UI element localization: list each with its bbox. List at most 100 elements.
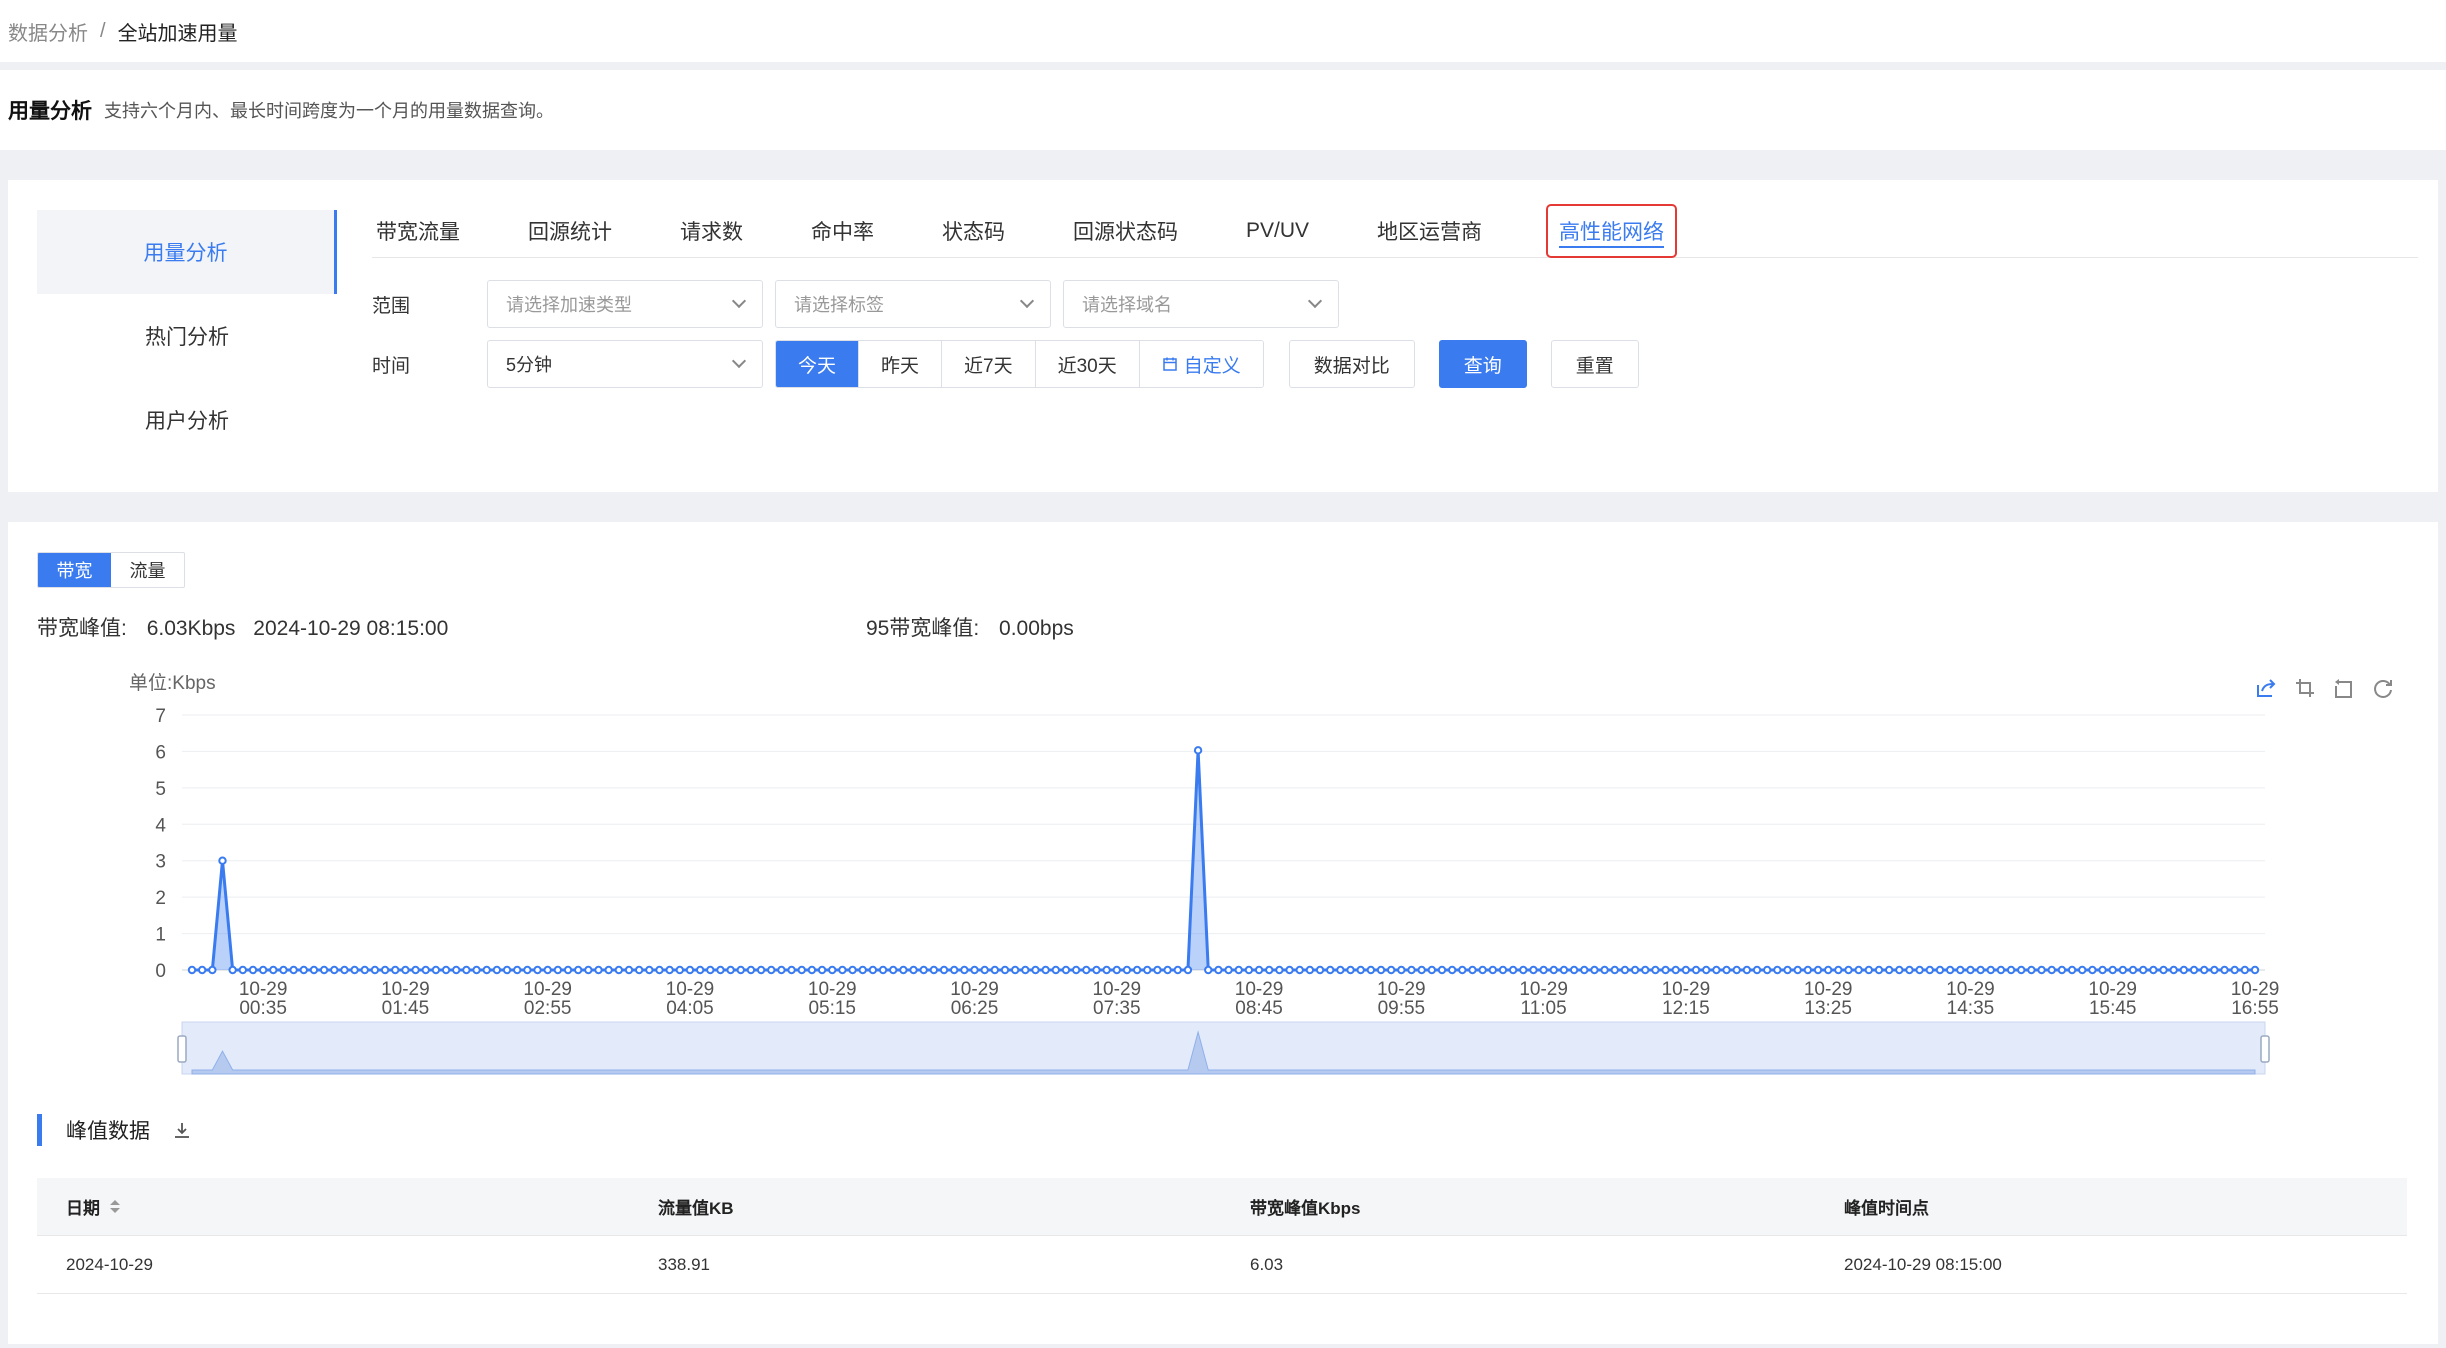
data-point xyxy=(269,965,278,975)
x-tick-label: 10-29 xyxy=(1804,979,1853,1000)
data-point xyxy=(2220,965,2229,975)
zoom-handle-right[interactable] xyxy=(2260,1035,2270,1063)
data-point xyxy=(1234,965,1243,975)
peak-data-table: 日期 流量值KB 带宽峰值Kbps 峰值时间点 2024-10-29 338.9… xyxy=(37,1178,2407,1294)
x-tick-label: 10-29 xyxy=(950,979,999,1000)
data-point xyxy=(228,965,237,975)
data-point xyxy=(1498,965,1508,975)
side-nav-item-hot[interactable]: 热门分析 xyxy=(37,294,337,378)
x-tick-label: 01:45 xyxy=(382,998,430,1019)
data-point xyxy=(1478,965,1487,975)
zoom-select-icon[interactable] xyxy=(2291,674,2319,702)
y-tick-label: 0 xyxy=(155,961,166,982)
data-point xyxy=(797,965,806,975)
query-button[interactable]: 查询 xyxy=(1438,340,1527,388)
side-nav-item-usage[interactable]: 用量分析 xyxy=(37,210,337,294)
data-point xyxy=(1580,965,1589,975)
data-point xyxy=(2017,965,2026,975)
download-icon[interactable] xyxy=(172,1120,192,1140)
compare-button[interactable]: 数据对比 xyxy=(1288,340,1415,388)
data-point xyxy=(1041,965,1050,975)
tab-pv-uv[interactable]: PV/UV xyxy=(1242,213,1313,249)
data-point xyxy=(1996,965,2006,975)
data-point xyxy=(949,965,959,975)
data-point xyxy=(1539,965,1548,975)
data-point xyxy=(1651,965,1660,975)
tab-region-isp[interactable]: 地区运营商 xyxy=(1373,210,1486,252)
data-point xyxy=(1935,965,1945,975)
tab-bandwidth-traffic[interactable]: 带宽流量 xyxy=(372,210,464,252)
data-point xyxy=(1854,965,1863,975)
data-point xyxy=(1315,965,1325,975)
granularity-select[interactable]: 5分钟 xyxy=(487,340,763,388)
zoom-slider-track xyxy=(181,1021,2266,1075)
data-point xyxy=(1031,965,1040,975)
data-point xyxy=(1295,965,1304,975)
data-point xyxy=(594,965,603,975)
data-point xyxy=(655,965,664,975)
reset-button[interactable]: 重置 xyxy=(1550,340,1639,388)
tab-hit-rate[interactable]: 命中率 xyxy=(807,210,878,252)
data-point xyxy=(1752,965,1762,975)
chevron-down-icon xyxy=(1307,293,1323,309)
data-point xyxy=(279,965,288,975)
breadcrumb-current: 全站加速用量 xyxy=(117,22,238,45)
data-point xyxy=(1895,965,1904,975)
range-row: 范围 请选择加速类型 请选择标签 请选择域名 xyxy=(372,280,1351,328)
data-point xyxy=(1712,965,1721,975)
data-point xyxy=(360,965,369,975)
data-point xyxy=(1508,965,1518,975)
range-yesterday-button[interactable]: 昨天 xyxy=(859,341,943,387)
data-point xyxy=(187,965,197,975)
data-point xyxy=(1112,965,1121,975)
zoom-reset-icon[interactable] xyxy=(2330,674,2358,702)
data-point xyxy=(675,965,685,975)
data-point xyxy=(1874,965,1884,975)
chart-toolbox xyxy=(2252,674,2408,702)
data-point xyxy=(2108,965,2117,975)
cell-bandwidth-peak: 6.03 xyxy=(1250,1254,1284,1274)
data-point xyxy=(1945,965,1955,975)
bandwidth-chart: 单位:Kbps0123456710-2900:3510-2901:4510-29… xyxy=(129,672,2279,1075)
data-point xyxy=(777,965,786,975)
data-point xyxy=(756,965,766,975)
data-point xyxy=(1722,965,1731,975)
data-point xyxy=(1143,965,1152,975)
domain-select[interactable]: 请选择域名 xyxy=(1063,280,1339,328)
data-point xyxy=(807,965,817,975)
refresh-icon[interactable] xyxy=(2369,674,2397,702)
share-icon[interactable] xyxy=(2252,674,2280,702)
data-point xyxy=(817,965,827,975)
breadcrumb: 数据分析 / 全站加速用量 xyxy=(0,0,2446,62)
filter-card: 用量分析 热门分析 用户分析 带宽流量 回源统计 请求数 命中率 状态码 回源状… xyxy=(8,180,2438,492)
tab-high-performance-network[interactable]: 高性能网络 xyxy=(1546,203,1678,258)
range-30days-button[interactable]: 近30天 xyxy=(1035,341,1140,387)
x-tick-label: 10-29 xyxy=(1092,979,1141,1000)
data-point xyxy=(1417,965,1426,975)
data-point xyxy=(2159,965,2168,975)
tag-select[interactable]: 请选择标签 xyxy=(775,280,1051,328)
range-custom-button[interactable]: 自定义 xyxy=(1139,341,1263,387)
range-today-button[interactable]: 今天 xyxy=(776,341,860,387)
accel-type-select[interactable]: 请选择加速类型 xyxy=(487,280,763,328)
range-7days-button[interactable]: 近7天 xyxy=(942,341,1036,387)
x-tick-label: 05:15 xyxy=(808,998,856,1019)
data-point xyxy=(848,965,857,975)
header-date[interactable]: 日期 xyxy=(37,1194,629,1219)
data-point xyxy=(1224,965,1233,975)
data-point xyxy=(502,965,512,975)
tab-requests[interactable]: 请求数 xyxy=(676,210,747,252)
tab-status-code[interactable]: 状态码 xyxy=(938,210,1009,252)
side-nav: 用量分析 热门分析 用户分析 xyxy=(37,210,337,462)
tab-origin-stats[interactable]: 回源统计 xyxy=(524,210,616,252)
tab-origin-status-code[interactable]: 回源状态码 xyxy=(1069,210,1182,252)
side-nav-item-user[interactable]: 用户分析 xyxy=(37,378,337,462)
data-point xyxy=(1610,965,1619,975)
data-point xyxy=(1153,965,1162,975)
data-point xyxy=(2199,965,2209,975)
zoom-handle-left[interactable] xyxy=(177,1035,187,1063)
sort-icon[interactable] xyxy=(110,1200,120,1213)
breadcrumb-parent[interactable]: 数据分析 xyxy=(8,17,88,46)
data-point xyxy=(1122,965,1132,975)
data-point xyxy=(1173,965,1182,975)
